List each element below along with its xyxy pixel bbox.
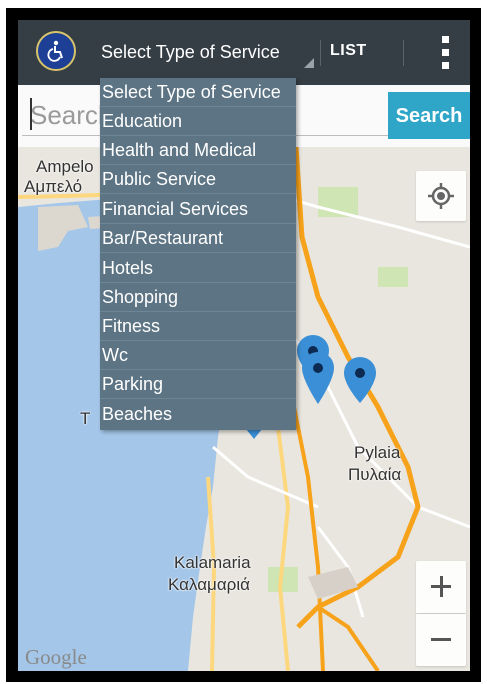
map-label-ampelokipoi: Ampelo (36, 157, 94, 176)
dropdown-option-fitness[interactable]: Fitness (100, 312, 296, 341)
device-frame: Ampelo Αμπελό T Pylaia Πυλαία Kalamaria … (6, 8, 481, 682)
my-location-button[interactable] (416, 171, 466, 221)
app-screen: Ampelo Αμπελό T Pylaia Πυλαία Kalamaria … (18, 20, 470, 671)
dropdown-option-wc[interactable]: Wc (100, 341, 296, 370)
map-park (378, 267, 408, 287)
action-divider (403, 40, 404, 66)
dropdown-option-financial-services[interactable]: Financial Services (100, 195, 296, 224)
overflow-dot (442, 49, 449, 56)
google-attribution: Google (25, 645, 87, 669)
service-type-dropdown: Select Type of Service Education Health … (100, 78, 296, 430)
map-label-fragment: T (80, 409, 91, 428)
more-vert-icon[interactable] (442, 36, 450, 70)
list-button[interactable]: LIST (330, 42, 367, 60)
dropdown-option-parking[interactable]: Parking (100, 370, 296, 399)
dropdown-option-public-service[interactable]: Public Service (100, 165, 296, 194)
plus-icon-vertical (440, 576, 443, 597)
dropdown-option-shopping[interactable]: Shopping (100, 283, 296, 312)
action-divider (320, 40, 321, 66)
service-type-selected: Select Type of Service (101, 42, 280, 62)
wheelchair-icon (47, 40, 63, 62)
overflow-dot (442, 62, 449, 69)
overflow-dot (442, 36, 449, 43)
map-label-kalamaria: Kalamaria (174, 553, 251, 572)
service-type-spinner[interactable]: Select Type of Service (98, 34, 314, 70)
dropdown-caret-icon (304, 58, 314, 68)
action-bar: Select Type of Service LIST (18, 20, 470, 85)
dropdown-option-hotels[interactable]: Hotels (100, 254, 296, 283)
map-label-kalamaria-greek: Καλαμαριά (168, 575, 250, 594)
map-label-ampelokipoi-greek: Αμπελό (24, 177, 83, 196)
dropdown-option-health-medical[interactable]: Health and Medical (100, 136, 296, 165)
map-label-pylaia: Pylaia (354, 443, 401, 462)
map-label-pylaia-greek: Πυλαία (348, 465, 402, 484)
text-cursor (30, 98, 32, 130)
dropdown-option-beaches[interactable]: Beaches (100, 400, 296, 429)
my-location-icon (428, 183, 454, 209)
zoom-in-button[interactable] (416, 561, 466, 613)
dropdown-option-education[interactable]: Education (100, 107, 296, 136)
dropdown-option-bar-restaurant[interactable]: Bar/Restaurant (100, 224, 296, 253)
minus-icon (431, 638, 451, 641)
dropdown-option-select-type[interactable]: Select Type of Service (100, 78, 296, 107)
app-logo[interactable] (36, 31, 76, 71)
zoom-out-button[interactable] (416, 614, 466, 666)
search-button[interactable]: Search (388, 92, 470, 139)
